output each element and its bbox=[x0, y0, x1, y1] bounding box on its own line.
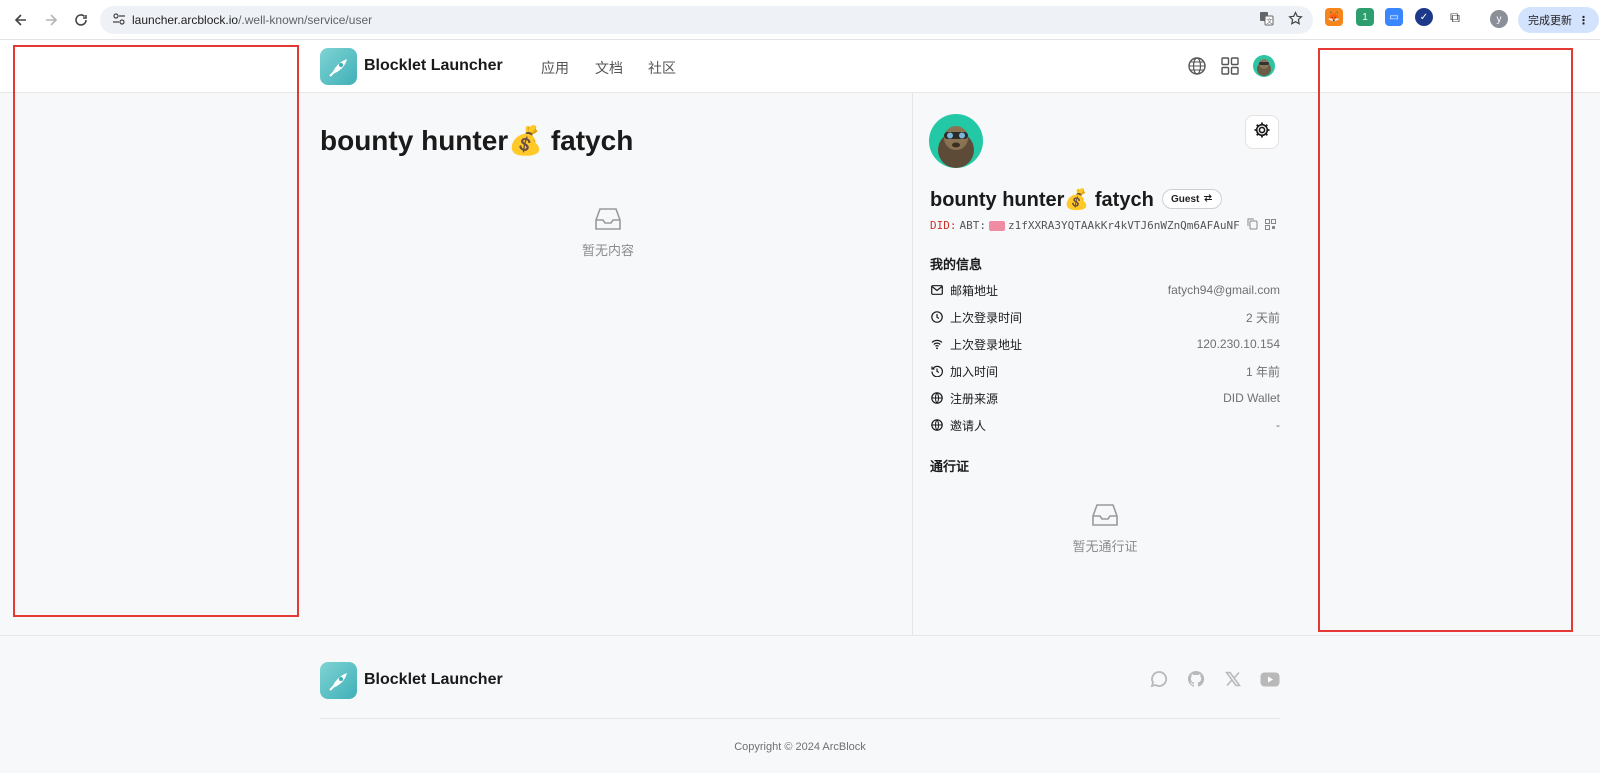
reload-icon[interactable] bbox=[68, 7, 94, 33]
empty-passport-text: 暂无通行证 bbox=[1072, 539, 1138, 554]
info-row-email: 邮箱地址 fatych94@gmail.com bbox=[930, 280, 1280, 300]
x-twitter-icon[interactable] bbox=[1223, 669, 1243, 689]
footer-divider bbox=[0, 635, 1600, 636]
gear-icon bbox=[1253, 121, 1271, 144]
globe-icon bbox=[930, 391, 944, 405]
user-avatar[interactable] bbox=[1253, 55, 1275, 77]
screen-extension-icon[interactable]: ▭ bbox=[1385, 8, 1403, 26]
did-avatar-icon bbox=[989, 220, 1005, 231]
settings-button[interactable] bbox=[1245, 115, 1279, 149]
mail-icon bbox=[930, 283, 944, 297]
inbox-icon bbox=[1062, 502, 1148, 528]
wallet-extension-icon[interactable]: 1 bbox=[1356, 8, 1374, 26]
apps-grid-icon[interactable] bbox=[1218, 54, 1242, 78]
info-row-last-login-time: 上次登录时间 2 天前 bbox=[930, 307, 1280, 327]
inbox-icon bbox=[566, 206, 650, 232]
empty-text: 暂无内容 bbox=[581, 243, 634, 258]
info-row-inviter: 邀请人 - bbox=[930, 415, 1280, 435]
translate-icon[interactable]: 文 bbox=[1259, 11, 1274, 29]
column-divider bbox=[912, 93, 913, 635]
info-row-joined: 加入时间 1 年前 bbox=[930, 361, 1280, 381]
globe-icon bbox=[930, 418, 944, 432]
profile-avatar bbox=[929, 114, 983, 168]
metamask-extension-icon[interactable]: 🦊 bbox=[1325, 8, 1343, 26]
profile-name: bounty hunter💰 fatych bbox=[930, 189, 1154, 211]
annotation-box-left bbox=[13, 45, 299, 617]
launcher-logo-icon[interactable] bbox=[320, 48, 357, 85]
info-row-source: 注册来源 DID Wallet bbox=[930, 388, 1280, 408]
url-text: launcher.arcblock.io/.well-known/service… bbox=[132, 13, 373, 27]
footer-brand[interactable]: Blocklet Launcher bbox=[364, 671, 503, 689]
nav-docs[interactable]: 文档 bbox=[595, 58, 623, 78]
back-icon[interactable] bbox=[8, 7, 34, 33]
switch-arrows-icon bbox=[1203, 193, 1213, 205]
empty-passport: 暂无通行证 bbox=[1062, 502, 1148, 555]
more-vert-icon: ⋮ bbox=[1578, 14, 1589, 27]
page-title: bounty hunter💰 fatych bbox=[320, 125, 634, 156]
check-extension-icon[interactable]: ✓ bbox=[1415, 8, 1433, 26]
chat-icon[interactable] bbox=[1149, 669, 1169, 689]
bookmark-star-icon[interactable] bbox=[1288, 11, 1303, 29]
qrcode-icon[interactable] bbox=[1264, 218, 1276, 233]
info-row-last-login-ip: 上次登录地址 120.230.10.154 bbox=[930, 334, 1280, 354]
browser-toolbar: launcher.arcblock.io/.well-known/service… bbox=[0, 0, 1600, 40]
passport-title: 通行证 bbox=[930, 459, 970, 474]
did-address: DID: ABT: z1fXXRA3YQTAAkKr4kVTJ6nWZnQm6AF… bbox=[930, 218, 1276, 233]
site-info-icon[interactable] bbox=[108, 12, 130, 29]
forward-icon[interactable] bbox=[38, 7, 64, 33]
my-info-title: 我的信息 bbox=[930, 257, 983, 272]
brand-name[interactable]: Blocklet Launcher bbox=[364, 57, 503, 75]
svg-text:文: 文 bbox=[1267, 18, 1273, 26]
nav-community[interactable]: 社区 bbox=[648, 58, 676, 78]
address-bar[interactable]: launcher.arcblock.io/.well-known/service… bbox=[100, 6, 1313, 34]
copyright-text: Copyright © 2024 ArcBlock bbox=[734, 741, 866, 753]
extensions-puzzle-icon[interactable]: ⧉ bbox=[1446, 8, 1464, 26]
footer-logo-icon[interactable] bbox=[320, 662, 357, 699]
footer-separator bbox=[320, 718, 1280, 719]
history-icon bbox=[930, 364, 944, 378]
update-button[interactable]: 完成更新 ⋮ bbox=[1518, 7, 1599, 33]
youtube-icon[interactable] bbox=[1260, 669, 1280, 689]
clock-icon bbox=[930, 310, 944, 324]
annotation-box-right bbox=[1318, 48, 1573, 632]
role-badge[interactable]: Guest bbox=[1162, 189, 1223, 209]
nav-apps[interactable]: 应用 bbox=[541, 58, 569, 78]
copy-icon[interactable] bbox=[1247, 218, 1258, 233]
wifi-icon bbox=[930, 337, 944, 351]
empty-content: 暂无内容 bbox=[566, 206, 650, 259]
github-icon[interactable] bbox=[1186, 669, 1206, 689]
globe-language-icon[interactable] bbox=[1185, 54, 1209, 78]
browser-profile-avatar[interactable]: y bbox=[1490, 10, 1508, 28]
